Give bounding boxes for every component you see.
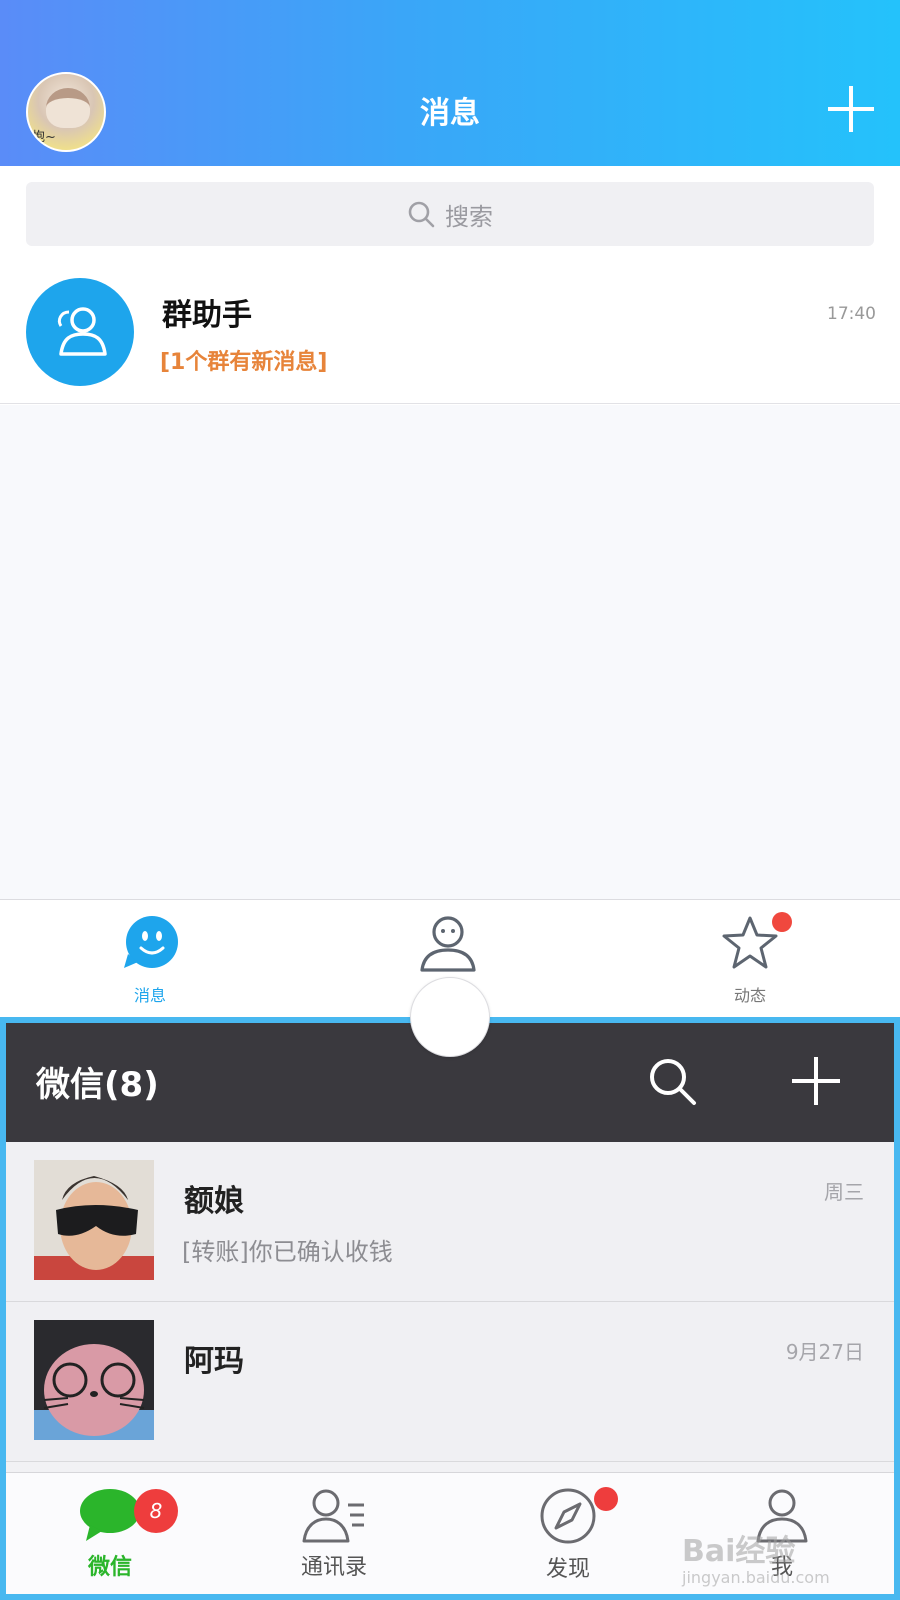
watermark-brand: Bai经验	[682, 1534, 796, 1569]
chat-time: 周三	[824, 1180, 864, 1204]
smile-bubble-icon	[124, 916, 178, 968]
chat-row[interactable]: 阿玛 9月27日	[6, 1302, 894, 1462]
avatar-photo-icon	[34, 1320, 154, 1440]
chat-time: 9月27日	[785, 1340, 864, 1364]
tab-discover-label: 发现	[545, 1557, 590, 1582]
tab-messages[interactable]: 消息	[90, 914, 210, 1006]
conversation-name: 群助手	[162, 298, 252, 333]
unread-badge: 8	[134, 1489, 178, 1533]
chat-avatar	[34, 1320, 154, 1440]
compass-icon	[540, 1488, 596, 1544]
floating-home-button[interactable]	[410, 977, 490, 1057]
notification-dot	[772, 912, 792, 932]
conversation-time: 17:40	[827, 304, 876, 324]
tab-wechat-label: 微信	[87, 1555, 132, 1580]
conversation-row-group-helper[interactable]: 群助手 [1个群有新消息] 17:40	[0, 254, 900, 404]
tab-contacts[interactable]: 通讯录	[274, 1487, 394, 1581]
tab-wechat[interactable]: 8 微信	[50, 1487, 178, 1581]
notification-dot	[594, 1487, 618, 1511]
chat-avatar	[34, 1160, 154, 1280]
contact-person-icon	[420, 916, 476, 972]
tab-messages-label: 消息	[133, 986, 166, 1005]
tab-discover[interactable]: 发现	[508, 1487, 628, 1583]
tab-feed-label: 动态	[733, 986, 766, 1005]
group-people-icon	[57, 307, 107, 356]
conversation-preview: [1个群有新消息]	[160, 350, 328, 375]
tab-contacts-label: 通讯录	[300, 1555, 367, 1580]
wechat-title: 微信(8)	[36, 1065, 159, 1105]
chat-preview: [转账]你已确认收钱	[182, 1238, 393, 1266]
group-helper-avatar	[26, 278, 134, 386]
wechat-panel: 微信(8) 额娘 [转账]你已确认收钱 周三 阿玛 9月27日 8 微信 通讯录…	[0, 1017, 900, 1600]
add-icon[interactable]	[792, 1057, 840, 1105]
contacts-icon	[302, 1489, 364, 1543]
tab-feed[interactable]: 动态	[690, 912, 810, 1006]
page-title: 消息	[420, 96, 480, 131]
chat-bubble-icon	[80, 1489, 140, 1541]
watermark: Bai经验 jingyan.baidu.com	[682, 1526, 830, 1587]
conversation-list-empty-area	[0, 405, 900, 899]
search-bar[interactable]: 搜索	[26, 182, 874, 246]
chat-row[interactable]: 额娘 [转账]你已确认收钱 周三	[6, 1142, 894, 1302]
search-icon[interactable]	[646, 1055, 700, 1109]
watermark-url: jingyan.baidu.com	[682, 1568, 830, 1587]
chat-name: 额娘	[184, 1184, 244, 1219]
search-icon	[408, 201, 435, 228]
add-icon[interactable]	[828, 86, 874, 132]
chat-name: 阿玛	[184, 1344, 244, 1379]
search-placeholder: 搜索	[445, 202, 493, 231]
tab-contacts[interactable]	[388, 914, 508, 984]
star-icon	[722, 916, 778, 969]
avatar-photo-icon	[34, 1160, 154, 1280]
qq-header: 抱~ 消息	[0, 0, 900, 166]
